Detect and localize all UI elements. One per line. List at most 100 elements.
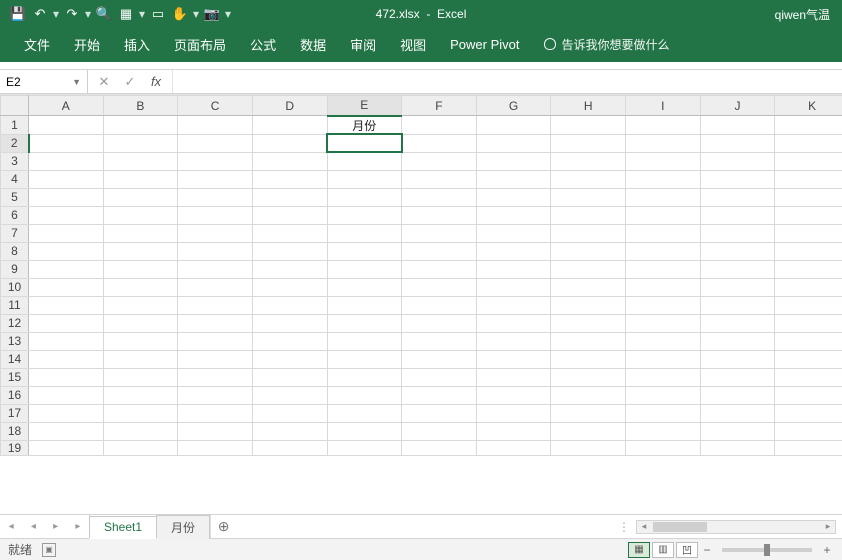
name-box-dropdown-icon[interactable]: ▼ bbox=[72, 77, 81, 87]
cell[interactable] bbox=[476, 350, 551, 368]
cell[interactable] bbox=[551, 278, 626, 296]
cell[interactable] bbox=[103, 224, 178, 242]
cell[interactable] bbox=[402, 350, 477, 368]
undo-icon[interactable]: ↶ bbox=[30, 4, 50, 24]
row-header[interactable]: 7 bbox=[1, 224, 29, 242]
cell[interactable] bbox=[700, 242, 775, 260]
cell[interactable] bbox=[402, 314, 477, 332]
cell[interactable] bbox=[626, 368, 701, 386]
tab-formulas[interactable]: 公式 bbox=[240, 29, 286, 60]
column-header[interactable]: I bbox=[626, 96, 701, 116]
cell[interactable] bbox=[775, 350, 842, 368]
cell[interactable] bbox=[327, 188, 402, 206]
tab-view[interactable]: 视图 bbox=[390, 29, 436, 60]
cell[interactable] bbox=[252, 296, 327, 314]
cell[interactable] bbox=[551, 368, 626, 386]
touch-dropdown-icon[interactable]: ▾ bbox=[192, 7, 200, 21]
cell[interactable] bbox=[29, 242, 104, 260]
cell[interactable] bbox=[103, 404, 178, 422]
hscroll-right-icon[interactable]: ▸ bbox=[821, 521, 835, 532]
cell[interactable] bbox=[476, 404, 551, 422]
fx-icon[interactable]: fx bbox=[148, 74, 164, 90]
zoom-slider[interactable] bbox=[722, 548, 812, 552]
macro-record-icon[interactable]: ▣ bbox=[42, 543, 56, 557]
cell[interactable] bbox=[476, 242, 551, 260]
cell[interactable] bbox=[700, 440, 775, 455]
cell[interactable] bbox=[103, 314, 178, 332]
row-header[interactable]: 12 bbox=[1, 314, 29, 332]
row-header[interactable]: 10 bbox=[1, 278, 29, 296]
cell[interactable]: 月份 bbox=[327, 116, 402, 135]
cell[interactable] bbox=[626, 440, 701, 455]
camera-icon[interactable]: 📷 bbox=[202, 4, 222, 24]
cell[interactable] bbox=[103, 332, 178, 350]
cell[interactable] bbox=[402, 116, 477, 135]
cell[interactable] bbox=[327, 314, 402, 332]
cell[interactable] bbox=[402, 422, 477, 440]
hscroll-left-icon[interactable]: ◂ bbox=[637, 521, 651, 532]
tab-file[interactable]: 文件 bbox=[14, 29, 60, 60]
cell[interactable] bbox=[476, 188, 551, 206]
cell[interactable] bbox=[402, 206, 477, 224]
cell[interactable] bbox=[103, 422, 178, 440]
cell[interactable] bbox=[327, 260, 402, 278]
cancel-formula-icon[interactable]: ✕ bbox=[96, 74, 112, 90]
cell[interactable] bbox=[775, 170, 842, 188]
worksheet-grid[interactable]: ABCDEFGHIJK 1月份2345678910111213141516171… bbox=[0, 95, 842, 456]
row-header[interactable]: 19 bbox=[1, 440, 29, 455]
cell[interactable] bbox=[327, 368, 402, 386]
cell[interactable] bbox=[327, 296, 402, 314]
cell[interactable] bbox=[700, 170, 775, 188]
name-box-input[interactable] bbox=[6, 75, 66, 89]
cell[interactable] bbox=[775, 152, 842, 170]
cell[interactable] bbox=[476, 422, 551, 440]
cell[interactable] bbox=[402, 404, 477, 422]
qat-overflow-icon[interactable]: ▾ bbox=[224, 7, 232, 21]
cell[interactable] bbox=[551, 422, 626, 440]
cell[interactable] bbox=[103, 170, 178, 188]
cell[interactable] bbox=[327, 224, 402, 242]
cell[interactable] bbox=[775, 242, 842, 260]
cell[interactable] bbox=[476, 260, 551, 278]
cell[interactable] bbox=[178, 152, 253, 170]
cell[interactable] bbox=[29, 260, 104, 278]
row-header[interactable]: 15 bbox=[1, 368, 29, 386]
cell[interactable] bbox=[178, 404, 253, 422]
cell[interactable] bbox=[178, 368, 253, 386]
sheet-tab[interactable]: 月份 bbox=[156, 515, 210, 539]
cell[interactable] bbox=[103, 350, 178, 368]
row-header[interactable]: 4 bbox=[1, 170, 29, 188]
cell[interactable] bbox=[103, 206, 178, 224]
cell[interactable] bbox=[476, 224, 551, 242]
cell[interactable] bbox=[103, 242, 178, 260]
cell[interactable] bbox=[252, 440, 327, 455]
column-header[interactable]: C bbox=[178, 96, 253, 116]
cell[interactable] bbox=[252, 116, 327, 135]
row-header[interactable]: 16 bbox=[1, 386, 29, 404]
row-header[interactable]: 2 bbox=[1, 134, 29, 152]
sheet-tab[interactable]: Sheet1 bbox=[89, 516, 157, 539]
cell[interactable] bbox=[178, 332, 253, 350]
cell[interactable] bbox=[775, 278, 842, 296]
zoom-thumb[interactable] bbox=[764, 544, 770, 556]
row-header[interactable]: 11 bbox=[1, 296, 29, 314]
cell[interactable] bbox=[626, 242, 701, 260]
cell[interactable] bbox=[103, 278, 178, 296]
row-header[interactable]: 6 bbox=[1, 206, 29, 224]
cell[interactable] bbox=[775, 116, 842, 135]
cell[interactable] bbox=[178, 440, 253, 455]
cell[interactable] bbox=[402, 386, 477, 404]
cell[interactable] bbox=[551, 206, 626, 224]
cell[interactable] bbox=[327, 206, 402, 224]
cell[interactable] bbox=[29, 404, 104, 422]
cell[interactable] bbox=[327, 134, 402, 152]
format-icon[interactable]: ▦ bbox=[116, 4, 136, 24]
cell[interactable] bbox=[775, 440, 842, 455]
cell[interactable] bbox=[327, 152, 402, 170]
cell[interactable] bbox=[29, 350, 104, 368]
row-header[interactable]: 9 bbox=[1, 260, 29, 278]
cell[interactable] bbox=[476, 116, 551, 135]
tab-data[interactable]: 数据 bbox=[290, 29, 336, 60]
cell[interactable] bbox=[626, 332, 701, 350]
tab-insert[interactable]: 插入 bbox=[114, 29, 160, 60]
